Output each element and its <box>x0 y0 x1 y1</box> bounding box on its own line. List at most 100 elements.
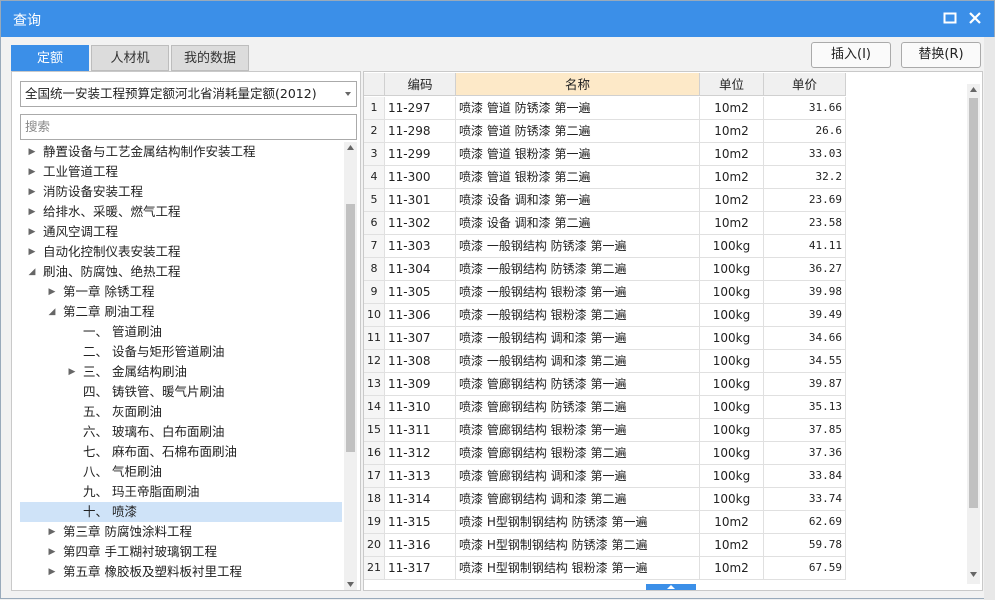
row-index: 20 <box>364 534 385 557</box>
splitter-handle[interactable] <box>646 584 696 590</box>
quota-price: 62.69 <box>764 511 846 534</box>
tree-node-label: 五、 灰面刷油 <box>83 404 162 419</box>
tab-quota[interactable]: 定额 <box>11 45 89 71</box>
header-name[interactable]: 名称 <box>456 73 700 96</box>
table-row[interactable]: 10 11-306 喷漆 一般钢结构 银粉漆 第二遍 100kg 39.49 <box>364 304 846 327</box>
caret-down-icon[interactable]: ◢ <box>46 302 58 322</box>
tree-node[interactable]: 二、 设备与矩形管道刷油 <box>12 342 342 362</box>
table-row[interactable]: 19 11-315 喷漆 H型钢制钢结构 防锈漆 第一遍 10m2 62.69 <box>364 511 846 534</box>
tree-node[interactable]: ▶ 第一章 除锈工程 <box>12 282 342 302</box>
tree-node[interactable]: ▶ 静置设备与工艺金属结构制作安装工程 <box>12 142 342 162</box>
table-row[interactable]: 16 11-312 喷漆 管廊钢结构 银粉漆 第二遍 100kg 37.36 <box>364 442 846 465</box>
tree-node[interactable]: 五、 灰面刷油 <box>12 402 342 422</box>
caret-down-icon[interactable]: ◢ <box>26 262 38 282</box>
table-row[interactable]: 6 11-302 喷漆 设备 调和漆 第二遍 10m2 23.58 <box>364 212 846 235</box>
collapse-up-icon[interactable] <box>667 585 675 589</box>
tab-labor-material-machine[interactable]: 人材机 <box>91 45 169 71</box>
header-unit[interactable]: 单位 <box>700 73 764 96</box>
quota-code: 11-317 <box>385 557 456 580</box>
table-row[interactable]: 1 11-297 喷漆 管道 防锈漆 第一遍 10m2 31.66 <box>364 97 846 120</box>
table-row[interactable]: 5 11-301 喷漆 设备 调和漆 第一遍 10m2 23.69 <box>364 189 846 212</box>
table-row[interactable]: 15 11-311 喷漆 管廊钢结构 银粉漆 第一遍 100kg 37.85 <box>364 419 846 442</box>
caret-right-icon[interactable]: ▶ <box>26 162 38 182</box>
replace-button[interactable]: 替换(R) <box>901 42 981 68</box>
tree-node[interactable]: 七、 麻布面、石棉布面刷油 <box>12 442 342 462</box>
quota-code: 11-316 <box>385 534 456 557</box>
table-row[interactable]: 8 11-304 喷漆 一般钢结构 防锈漆 第二遍 100kg 36.27 <box>364 258 846 281</box>
tree-node[interactable]: ▶ 工业管道工程 <box>12 162 342 182</box>
dropdown-arrow-icon[interactable] <box>345 92 351 96</box>
caret-right-icon[interactable]: ▶ <box>26 202 38 222</box>
table-row[interactable]: 9 11-305 喷漆 一般钢结构 银粉漆 第一遍 100kg 39.98 <box>364 281 846 304</box>
table-row[interactable]: 2 11-298 喷漆 管道 防锈漆 第二遍 10m2 26.6 <box>364 120 846 143</box>
search-input[interactable]: 搜索 <box>20 114 357 140</box>
close-icon[interactable] <box>967 10 983 26</box>
quota-code: 11-310 <box>385 396 456 419</box>
scroll-up-icon[interactable] <box>347 145 354 150</box>
row-index: 11 <box>364 327 385 350</box>
chapter-tree: ▶ 静置设备与工艺金属结构制作安装工程 ▶ 工业管道工程 ▶ 消防设备安装工程 ▶ 给排水、采… <box>12 142 344 592</box>
caret-right-icon[interactable]: ▶ <box>26 182 38 202</box>
table-row[interactable]: 13 11-309 喷漆 管廊钢结构 防锈漆 第一遍 100kg 39.87 <box>364 373 846 396</box>
insert-button[interactable]: 插入(I) <box>811 42 891 68</box>
table-row[interactable]: 7 11-303 喷漆 一般钢结构 防锈漆 第一遍 100kg 41.11 <box>364 235 846 258</box>
tree-node[interactable]: ◢ 第二章 刷油工程 <box>12 302 342 322</box>
caret-right-icon[interactable]: ▶ <box>26 242 38 262</box>
quota-price: 33.84 <box>764 465 846 488</box>
tree-node[interactable]: ▶ 自动化控制仪表安装工程 <box>12 242 342 262</box>
table-row[interactable]: 17 11-313 喷漆 管廊钢结构 调和漆 第一遍 100kg 33.84 <box>364 465 846 488</box>
tree-scroll-thumb[interactable] <box>346 204 355 452</box>
caret-right-icon[interactable]: ▶ <box>46 282 58 302</box>
table-row[interactable]: 12 11-308 喷漆 一般钢结构 调和漆 第二遍 100kg 34.55 <box>364 350 846 373</box>
caret-right-icon[interactable]: ▶ <box>26 142 38 162</box>
caret-right-icon[interactable]: ▶ <box>66 362 78 382</box>
maximize-icon[interactable] <box>943 12 957 24</box>
table-row[interactable]: 14 11-310 喷漆 管廊钢结构 防锈漆 第二遍 100kg 35.13 <box>364 396 846 419</box>
tree-node[interactable]: ▶ 消防设备安装工程 <box>12 182 342 202</box>
tree-node[interactable]: 八、 气柜刷油 <box>12 462 342 482</box>
tree-node[interactable]: ▶ 通风空调工程 <box>12 222 342 242</box>
tree-node[interactable]: ▶ 三、 金属结构刷油 <box>12 362 342 382</box>
scroll-down-icon[interactable] <box>970 572 977 577</box>
quota-unit: 100kg <box>700 327 764 350</box>
table-row[interactable]: 4 11-300 喷漆 管道 银粉漆 第二遍 10m2 32.2 <box>364 166 846 189</box>
tab-my-data[interactable]: 我的数据 <box>171 45 249 71</box>
table-row[interactable]: 18 11-314 喷漆 管廊钢结构 调和漆 第二遍 100kg 33.74 <box>364 488 846 511</box>
header-code[interactable]: 编码 <box>385 73 456 96</box>
quota-code: 11-302 <box>385 212 456 235</box>
tree-scrollbar[interactable] <box>344 142 357 590</box>
tree-node[interactable]: 十、 喷漆 <box>20 502 342 522</box>
table-row[interactable]: 3 11-299 喷漆 管道 银粉漆 第一遍 10m2 33.03 <box>364 143 846 166</box>
header-price[interactable]: 单价 <box>764 73 846 96</box>
scroll-up-icon[interactable] <box>970 87 977 92</box>
quota-name: 喷漆 管道 防锈漆 第二遍 <box>456 120 700 143</box>
caret-right-icon[interactable]: ▶ <box>46 522 58 542</box>
caret-right-icon[interactable]: ▶ <box>26 222 38 242</box>
quota-price: 23.58 <box>764 212 846 235</box>
tree-node-label: 工业管道工程 <box>43 164 119 179</box>
tree-node[interactable]: ◢ 刷油、防腐蚀、绝热工程 <box>12 262 342 282</box>
tree-node[interactable]: ▶ 第五章 橡胶板及塑料板衬里工程 <box>12 562 342 582</box>
quota-name: 喷漆 设备 调和漆 第二遍 <box>456 212 700 235</box>
table-row[interactable]: 21 11-317 喷漆 H型钢制钢结构 银粉漆 第一遍 10m2 67.59 <box>364 557 846 580</box>
tree-node[interactable]: ▶ 给排水、采暖、燃气工程 <box>12 202 342 222</box>
quota-unit: 10m2 <box>700 143 764 166</box>
tree-node[interactable]: 一、 管道刷油 <box>12 322 342 342</box>
table-scrollbar[interactable] <box>967 84 980 584</box>
caret-right-icon[interactable]: ▶ <box>46 562 58 582</box>
tree-node[interactable]: 六、 玻璃布、白布面刷油 <box>12 422 342 442</box>
tree-node[interactable]: 四、 铸铁管、暖气片刷油 <box>12 382 342 402</box>
tree-node-label: 通风空调工程 <box>43 224 119 239</box>
table-row[interactable]: 20 11-316 喷漆 H型钢制钢结构 防锈漆 第二遍 10m2 59.78 <box>364 534 846 557</box>
table-scroll-thumb[interactable] <box>969 98 978 508</box>
tree-node-label: 八、 气柜刷油 <box>83 464 162 479</box>
caret-right-icon[interactable]: ▶ <box>46 542 58 562</box>
tree-node[interactable]: 九、 玛王帝脂面刷油 <box>12 482 342 502</box>
scroll-down-icon[interactable] <box>347 582 354 587</box>
table-row[interactable]: 11 11-307 喷漆 一般钢结构 调和漆 第一遍 100kg 34.66 <box>364 327 846 350</box>
tree-node[interactable]: ▶ 第三章 防腐蚀涂料工程 <box>12 522 342 542</box>
library-select[interactable]: 全国统一安装工程预算定额河北省消耗量定额(2012) <box>20 81 357 107</box>
tree-node[interactable]: ▶ 第四章 手工糊衬玻璃钢工程 <box>12 542 342 562</box>
quota-name: 喷漆 设备 调和漆 第一遍 <box>456 189 700 212</box>
quota-code: 11-306 <box>385 304 456 327</box>
